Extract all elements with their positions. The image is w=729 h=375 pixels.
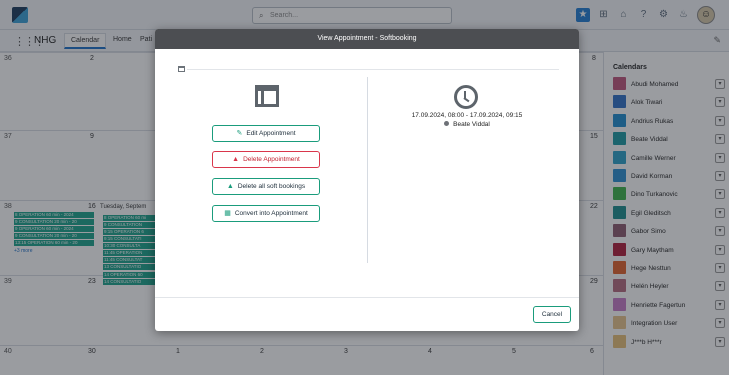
calendar-small-icon bbox=[178, 66, 185, 72]
trash-icon: ▲ bbox=[226, 183, 234, 190]
appointment-attendee: Beate Viddal bbox=[387, 121, 547, 128]
view-appointment-modal: View Appointment - Softbooking ✎ Edit App… bbox=[155, 29, 579, 331]
attendee-name: Beate Viddal bbox=[453, 121, 490, 128]
delete-appointment-button[interactable]: ▲ Delete Appointment bbox=[212, 151, 320, 168]
clock-icon bbox=[454, 85, 478, 109]
modal-title: View Appointment - Softbooking bbox=[317, 35, 417, 42]
convert-label: Convert into Appointment bbox=[234, 210, 308, 217]
delete-all-softbookings-button[interactable]: ▲ Delete all soft bookings bbox=[212, 178, 320, 195]
appointment-time: 17.09.2024, 08:00 - 17.09.2024, 09:15 bbox=[411, 112, 523, 119]
trash-icon: ▲ bbox=[232, 156, 240, 163]
divider bbox=[187, 69, 559, 70]
calendar-icon: ▦ bbox=[224, 210, 231, 217]
convert-appointment-button[interactable]: ▦ Convert into Appointment bbox=[212, 205, 320, 222]
edit-appointment-button[interactable]: ✎ Edit Appointment bbox=[212, 125, 320, 142]
delete-appointment-label: Delete Appointment bbox=[243, 156, 300, 163]
pencil-icon: ✎ bbox=[236, 130, 243, 137]
column-divider bbox=[367, 77, 368, 263]
modal-header: View Appointment - Softbooking bbox=[155, 29, 579, 49]
calendar-icon bbox=[255, 85, 279, 107]
delete-all-label: Delete all soft bookings bbox=[237, 183, 306, 190]
cancel-button[interactable]: Cancel bbox=[533, 306, 571, 323]
modal-footer-divider bbox=[155, 297, 579, 298]
edit-appointment-label: Edit Appointment bbox=[246, 130, 296, 137]
attendee-dot-icon bbox=[444, 121, 450, 126]
